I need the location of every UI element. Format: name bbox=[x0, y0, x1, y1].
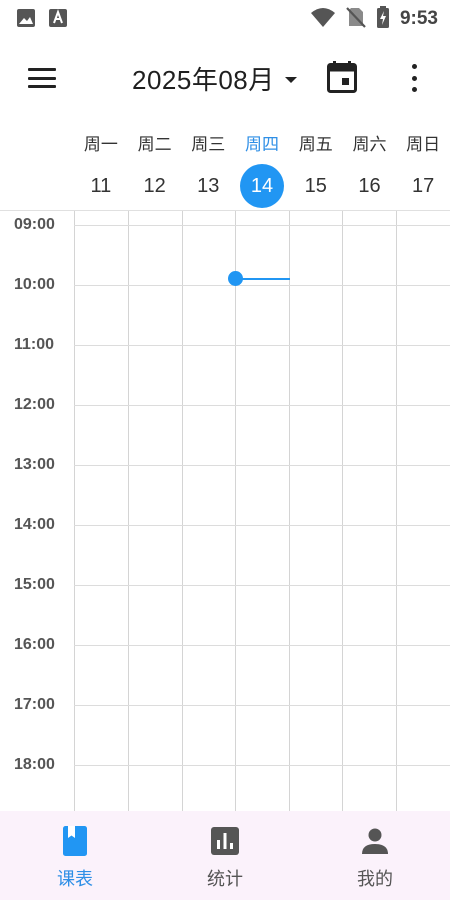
day-column-wed[interactable]: 周三 13 bbox=[181, 130, 235, 210]
week-header: 周一 11 周二 12 周三 13 周四 14 周五 15 周六 16 周日 1… bbox=[74, 130, 450, 210]
day-column-mon[interactable]: 周一 11 bbox=[74, 130, 128, 210]
hour-line bbox=[74, 285, 450, 286]
day-name: 周日 bbox=[406, 135, 441, 155]
person-icon bbox=[360, 825, 390, 857]
day-number: 12 bbox=[143, 174, 166, 197]
day-number-today: 14 bbox=[240, 164, 285, 208]
current-time-dot bbox=[228, 271, 243, 286]
grid-divider bbox=[289, 211, 290, 811]
day-column-fri[interactable]: 周五 15 bbox=[289, 130, 343, 210]
battery-charging-icon bbox=[376, 6, 390, 32]
hour-line bbox=[74, 225, 450, 226]
nav-item-schedule[interactable]: 课表 bbox=[0, 811, 150, 900]
day-number: 17 bbox=[412, 174, 435, 197]
hour-line bbox=[74, 465, 450, 466]
nav-item-stats[interactable]: 统计 bbox=[150, 811, 300, 900]
day-column-thu[interactable]: 周四 14 bbox=[235, 130, 289, 210]
grid-divider bbox=[396, 211, 397, 811]
image-icon bbox=[16, 8, 36, 32]
dropdown-caret-icon bbox=[284, 77, 297, 83]
current-time-line bbox=[236, 278, 290, 280]
nav-label: 统计 bbox=[207, 869, 243, 890]
nav-item-profile[interactable]: 我的 bbox=[300, 811, 450, 900]
month-selector[interactable]: 2025年08月 bbox=[132, 58, 297, 98]
status-bar: 9:53 bbox=[0, 0, 450, 36]
hour-line bbox=[74, 705, 450, 706]
time-label: 09:00 bbox=[14, 216, 55, 233]
day-column-sat[interactable]: 周六 16 bbox=[343, 130, 397, 210]
day-name: 周一 bbox=[83, 135, 118, 155]
day-name: 周二 bbox=[137, 135, 172, 155]
time-label: 15:00 bbox=[14, 576, 55, 593]
hour-line bbox=[74, 345, 450, 346]
bar-chart-icon bbox=[210, 825, 240, 857]
time-label: 18:00 bbox=[14, 756, 55, 773]
hour-line bbox=[74, 405, 450, 406]
day-name: 周三 bbox=[191, 135, 226, 155]
page-title: 2025年08月 bbox=[132, 64, 275, 95]
calendar-icon[interactable] bbox=[326, 60, 358, 94]
wifi-icon bbox=[310, 6, 336, 32]
hour-line bbox=[74, 765, 450, 766]
day-name: 周四 bbox=[245, 135, 280, 155]
time-label: 10:00 bbox=[14, 276, 55, 293]
day-number: 11 bbox=[90, 174, 112, 197]
more-vert-icon[interactable] bbox=[404, 64, 424, 92]
time-label: 12:00 bbox=[14, 396, 55, 413]
hour-line bbox=[74, 645, 450, 646]
day-name: 周五 bbox=[298, 135, 333, 155]
nav-label: 我的 bbox=[357, 869, 393, 890]
hour-line bbox=[74, 525, 450, 526]
grid-divider bbox=[182, 211, 183, 811]
status-time: 9:53 bbox=[399, 8, 438, 29]
grid-divider bbox=[128, 211, 129, 811]
time-label: 16:00 bbox=[14, 636, 55, 653]
time-label: 17:00 bbox=[14, 696, 55, 713]
grid-divider bbox=[74, 211, 75, 811]
schedule-grid[interactable]: 09:00 10:00 11:00 12:00 13:00 14:00 15:0… bbox=[0, 210, 450, 811]
hour-line bbox=[74, 585, 450, 586]
no-sim-icon bbox=[346, 6, 366, 32]
day-number: 13 bbox=[197, 174, 220, 197]
menu-icon[interactable] bbox=[24, 64, 60, 92]
time-label: 13:00 bbox=[14, 456, 55, 473]
day-name: 周六 bbox=[352, 135, 387, 155]
bottom-nav: 课表 统计 我的 bbox=[0, 811, 450, 900]
book-icon bbox=[60, 825, 90, 857]
time-label: 14:00 bbox=[14, 516, 55, 533]
day-column-tue[interactable]: 周二 12 bbox=[128, 130, 182, 210]
time-label: 11:00 bbox=[14, 336, 55, 353]
app-bar: 2025年08月 bbox=[0, 50, 450, 106]
day-number: 16 bbox=[358, 174, 381, 197]
grid-divider bbox=[235, 211, 236, 811]
grid-divider bbox=[342, 211, 343, 811]
nav-label: 课表 bbox=[57, 869, 93, 890]
font-download-icon bbox=[48, 8, 68, 32]
day-number: 15 bbox=[304, 174, 327, 197]
day-column-sun[interactable]: 周日 17 bbox=[396, 130, 450, 210]
